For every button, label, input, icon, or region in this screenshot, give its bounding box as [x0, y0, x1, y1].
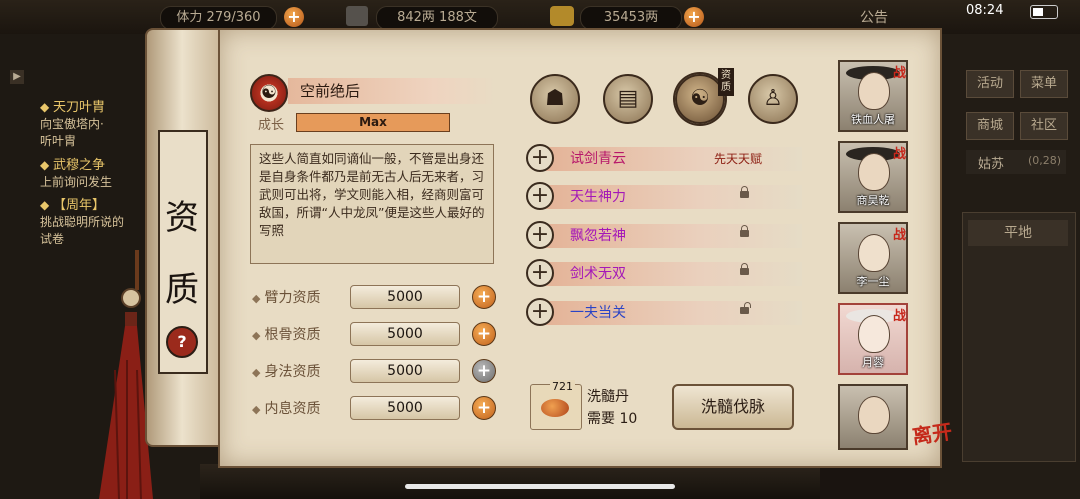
talent-row[interactable]: + 天生神力 [526, 182, 834, 211]
yinyang-emblem-icon: ☯ [250, 74, 288, 112]
gold-display: 35453两 [580, 6, 682, 30]
community-button[interactable]: 社区 [1020, 112, 1068, 140]
stat-label: ◆ 身法资质 [252, 364, 321, 380]
party-member-portrait-selected[interactable]: 战 月蓉 [838, 303, 908, 375]
battery-icon [1030, 5, 1058, 19]
talent-name: 试剑青云 [570, 151, 626, 167]
item-name: 洗髓丹 [587, 389, 629, 405]
talent-add-icon[interactable]: + [526, 259, 554, 287]
item-requirement: 需要 10 [587, 411, 638, 427]
item-count: 721 [550, 380, 575, 393]
silver-icon [346, 6, 368, 26]
location-coords: (0,28) [1028, 154, 1062, 167]
talent-add-icon[interactable]: + [526, 182, 554, 210]
party-member-name: 商昊乾 [856, 194, 890, 207]
tab-character-hat-icon[interactable]: ☗ [530, 74, 580, 124]
talent-add-icon[interactable]: + [526, 298, 554, 326]
stat-value: 5000 [350, 359, 460, 383]
battle-badge: 战 [892, 66, 906, 81]
trait-description: 这些人简直如同谪仙一般，不管是出身还是自身条件都乃是前无古人后无来者，习武则可出… [250, 144, 494, 264]
terrain-panel [962, 212, 1076, 462]
scroll-title-char: 质 [165, 270, 199, 310]
talent-name: 飘忽若神 [570, 228, 626, 244]
talent-name: 天生神力 [570, 189, 626, 205]
notice-button[interactable]: 公告 [860, 7, 888, 27]
stamina-display: 体力 279/360 [160, 6, 277, 30]
stat-label: ◆ 臂力资质 [252, 290, 321, 306]
talent-name: 剑术无双 [570, 266, 626, 282]
unlock-icon [740, 302, 751, 314]
growth-bar: Max [296, 113, 450, 132]
location-bar: 姑苏 (0,28) [966, 150, 1066, 174]
stat-label: ◆ 内息资质 [252, 401, 321, 417]
quest-item[interactable]: ◆ 【周年】 挑战聪明所说的 试卷 [40, 194, 124, 247]
talent-row[interactable]: + 剑术无双 [526, 259, 834, 288]
party-member-name: 铁血人屠 [851, 113, 895, 126]
silver-display: 842两 188文 [376, 6, 498, 30]
party-member-name: 月蓉 [862, 356, 884, 369]
talent-row[interactable]: + 试剑青云 先天天赋 [526, 144, 834, 173]
leave-button[interactable]: 离开 [910, 415, 954, 449]
talent-add-icon[interactable]: + [526, 144, 554, 172]
battle-badge: 战 [892, 309, 906, 324]
battle-badge: 战 [892, 228, 906, 243]
activity-button[interactable]: 活动 [966, 70, 1014, 98]
stat-add-button[interactable]: + [472, 285, 496, 309]
shop-button[interactable]: 商城 [966, 112, 1014, 140]
party-member-name: 李一尘 [856, 275, 890, 288]
tab-body-icon[interactable]: ♙ [748, 74, 798, 124]
terrain-label: 平地 [968, 220, 1068, 246]
stat-add-button-disabled[interactable]: + [472, 359, 496, 383]
gold-add-button[interactable]: + [684, 7, 704, 27]
tab-aptitude-label: 资质 [718, 68, 734, 96]
talent-name: 一夫当关 [570, 305, 626, 321]
tab-book-icon[interactable]: ▤ [603, 74, 653, 124]
talent-tag: 先天天赋 [714, 152, 763, 166]
talent-add-icon[interactable]: + [526, 221, 554, 249]
talent-row[interactable]: + 飘忽若神 [526, 221, 834, 250]
stat-add-button[interactable]: + [472, 396, 496, 420]
scroll-title-char: 资 [165, 198, 199, 238]
party-member-portrait[interactable]: 战 商昊乾 [838, 141, 908, 213]
growth-label: 成长 [258, 118, 285, 133]
expand-icon[interactable]: ▶ [10, 70, 24, 84]
party-member-portrait[interactable]: 战 李一尘 [838, 222, 908, 294]
battle-badge: 战 [892, 147, 906, 162]
stat-label: ◆ 根骨资质 [252, 327, 321, 343]
status-time: 08:24 [966, 3, 1004, 18]
party-member-portrait[interactable] [838, 384, 908, 450]
stat-value: 5000 [350, 396, 460, 420]
trait-title: 空前绝后 [288, 78, 497, 104]
party-member-portrait[interactable]: 战 铁血人屠 [838, 60, 908, 132]
location-name: 姑苏 [978, 157, 1005, 172]
lock-icon [740, 186, 749, 198]
lock-icon [740, 225, 749, 237]
quest-item[interactable]: ◆ 天刀叶胄 向宝傲塔内· 听叶胄 [40, 96, 105, 149]
wash-marrow-button[interactable]: 洗髓伐脉 [672, 384, 794, 430]
lock-icon [740, 263, 749, 275]
stat-value: 5000 [350, 322, 460, 346]
talent-row[interactable]: + 一夫当关 [526, 298, 834, 327]
home-indicator [405, 484, 675, 489]
stat-value: 5000 [350, 285, 460, 309]
gold-icon [550, 6, 574, 26]
stat-add-button[interactable]: + [472, 322, 496, 346]
quest-item[interactable]: ◆ 武穆之争 上前询问发生 [40, 154, 112, 190]
menu-button[interactable]: 菜单 [1020, 70, 1068, 98]
pill-icon [541, 399, 569, 417]
bottom-nav-bar [200, 464, 820, 499]
help-icon[interactable]: ? [166, 326, 198, 358]
stamina-add-button[interactable]: + [284, 7, 304, 27]
